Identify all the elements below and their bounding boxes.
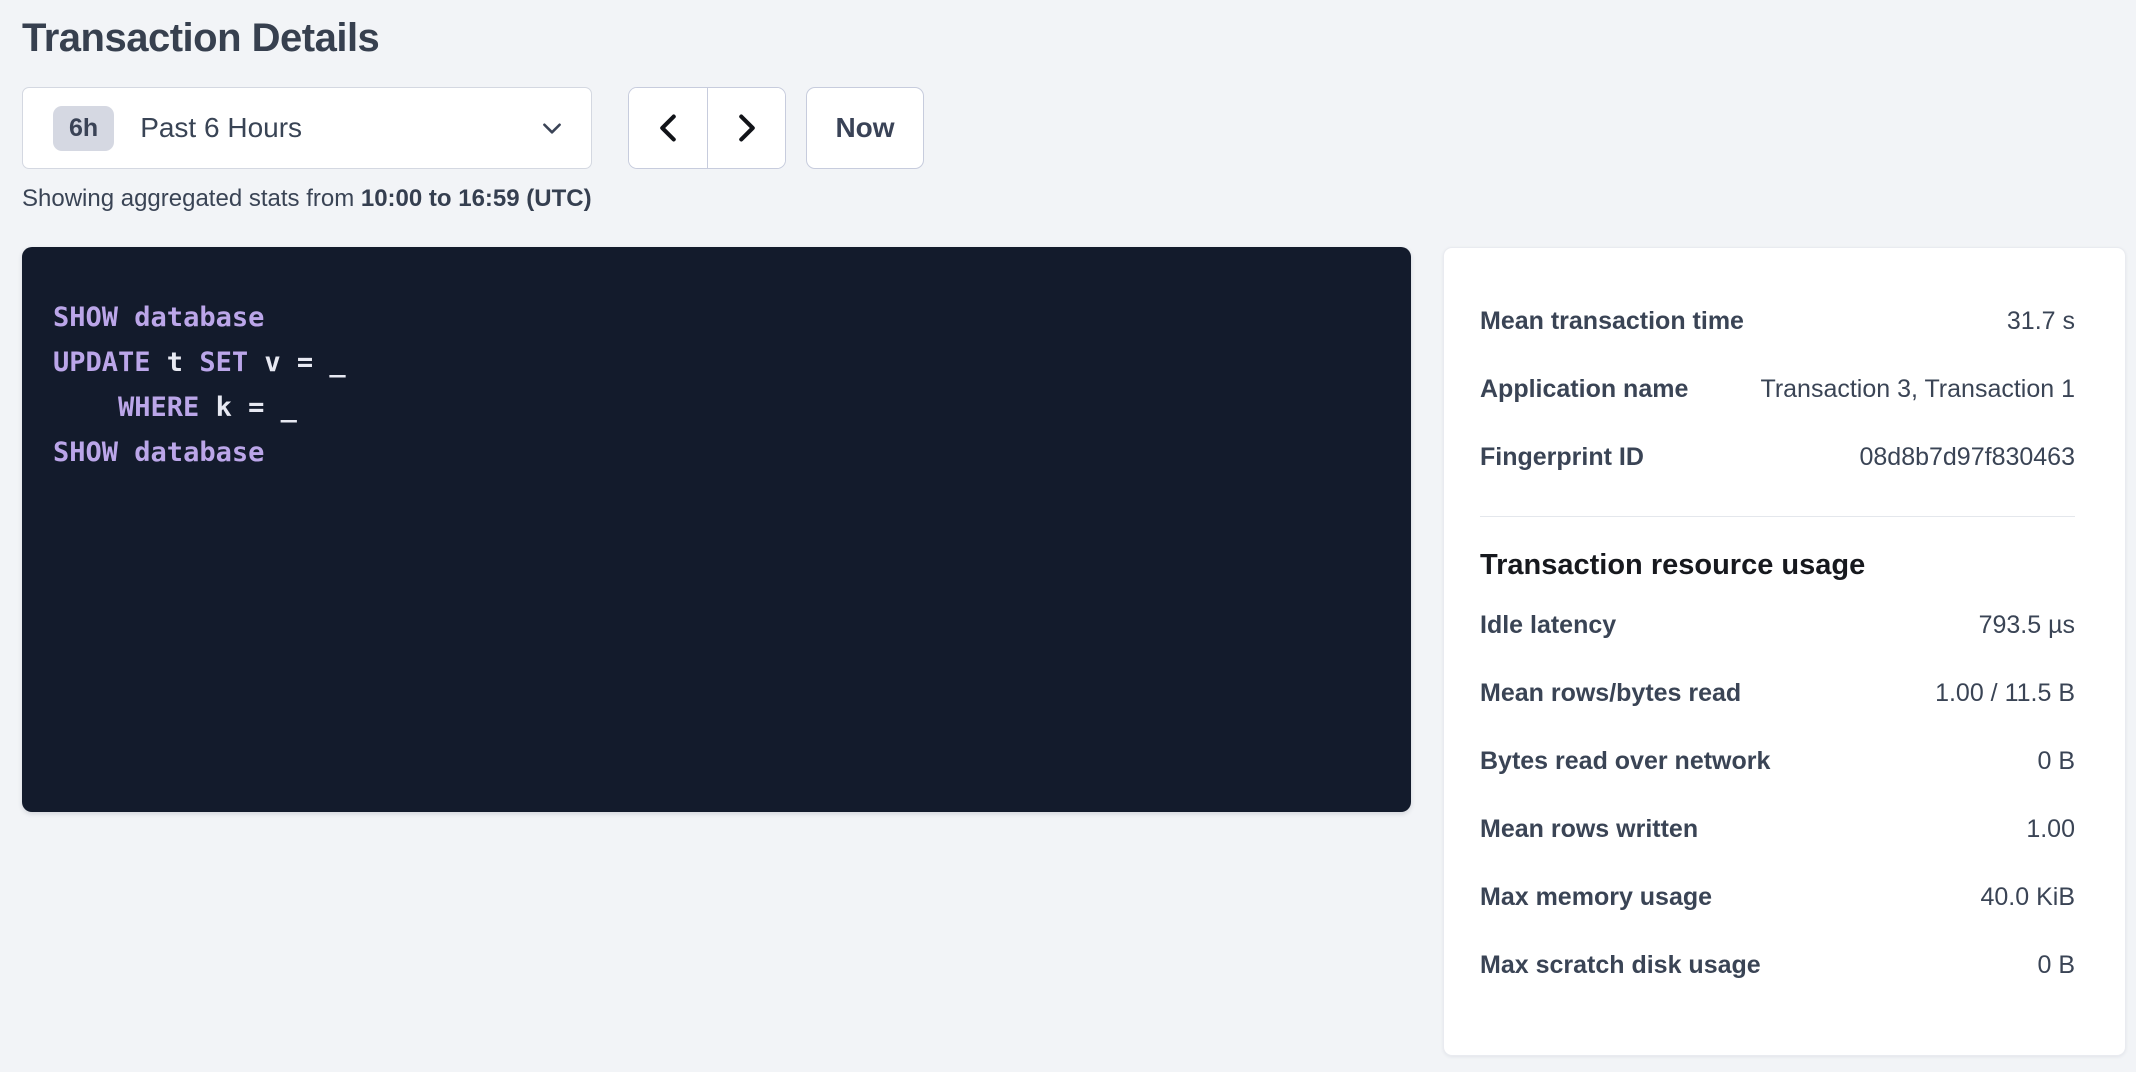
time-controls: 6h Past 6 Hours Now [22,87,2136,169]
stat-value: 1.00 / 11.5 B [1935,679,2075,708]
stat-row: Idle latency 793.5 µs [1480,591,2075,659]
sql-token-plain: k = _ [199,392,297,423]
time-range-dropdown[interactable]: 6h Past 6 Hours [22,87,592,169]
chevron-left-icon [654,112,682,144]
transaction-stats-card: Mean transaction time 31.7 s Application n… [1443,247,2126,1056]
sql-line: SHOW database [53,295,1381,340]
stat-value: 0 B [2037,951,2075,980]
stat-label: Mean rows written [1480,815,1698,844]
sql-token-keyword: WHERE [118,392,199,423]
stat-value: 31.7 s [2007,307,2075,336]
resource-usage-title: Transaction resource usage [1480,541,2075,589]
stat-label: Mean transaction time [1480,307,1744,336]
stat-row: Max memory usage 40.0 KiB [1480,863,2075,931]
sql-token-plain [118,437,134,468]
time-step-buttons [628,87,786,169]
aggregation-summary: Showing aggregated stats from 10:00 to 1… [22,185,2136,213]
stat-label: Max scratch disk usage [1480,951,1761,980]
sql-token-keyword: UPDATE [53,347,151,378]
stat-value: 793.5 µs [1979,611,2075,640]
now-button[interactable]: Now [806,87,924,169]
stat-row: Application name Transaction 3, Transacti… [1480,355,2075,423]
stat-value: 40.0 KiB [1980,883,2075,912]
stat-value: Transaction 3, Transaction 1 [1760,375,2075,404]
time-range-badge: 6h [53,106,114,151]
card-divider [1480,516,2075,517]
stat-label: Application name [1480,375,1688,404]
main-content: SHOW databaseUPDATE t SET v = _ WHERE k … [22,247,2136,1056]
chevron-right-icon [733,112,761,144]
stat-row: Mean rows written 1.00 [1480,795,2075,863]
sql-token-keyword: database [134,302,264,333]
stat-row: Bytes read over network 0 B [1480,727,2075,795]
summary-stats: Mean transaction time 31.7 s Application n… [1480,287,2075,491]
sql-line: WHERE k = _ [53,385,1381,430]
sql-token-plain [118,302,134,333]
stat-value: 0 B [2037,747,2075,776]
stat-row: Mean transaction time 31.7 s [1480,287,2075,355]
sql-line: UPDATE t SET v = _ [53,340,1381,385]
aggregation-summary-prefix: Showing aggregated stats from [22,185,361,212]
stat-label: Max memory usage [1480,883,1712,912]
time-range-label: Past 6 Hours [140,112,539,144]
stat-label: Idle latency [1480,611,1616,640]
sql-token-keyword: SHOW [53,302,118,333]
transaction-details-page: Transaction Details 6h Past 6 Hours Now … [0,0,2136,1072]
stat-row: Max scratch disk usage 0 B [1480,931,2075,999]
stat-row: Mean rows/bytes read 1.00 / 11.5 B [1480,659,2075,727]
sql-token-keyword: database [134,437,264,468]
sql-statement-panel: SHOW databaseUPDATE t SET v = _ WHERE k … [22,247,1411,812]
stat-value: 08d8b7d97f830463 [1859,443,2075,472]
previous-interval-button[interactable] [629,88,707,168]
page-title: Transaction Details [22,16,2136,61]
chevron-down-icon [539,115,565,141]
aggregation-summary-range: 10:00 to 16:59 (UTC) [361,185,592,212]
sql-token-plain: t [151,347,200,378]
sql-token-keyword: SET [199,347,248,378]
stat-label: Mean rows/bytes read [1480,679,1741,708]
stat-row: Fingerprint ID 08d8b7d97f830463 [1480,423,2075,491]
next-interval-button[interactable] [707,88,785,168]
stat-label: Bytes read over network [1480,747,1770,776]
stat-value: 1.00 [2026,815,2075,844]
stat-label: Fingerprint ID [1480,443,1644,472]
sql-token-keyword: SHOW [53,437,118,468]
sql-line: SHOW database [53,430,1381,475]
resource-usage-stats: Idle latency 793.5 µs Mean rows/bytes read… [1480,591,2075,999]
sql-token-plain [53,392,118,423]
sql-token-plain: v = _ [248,347,346,378]
